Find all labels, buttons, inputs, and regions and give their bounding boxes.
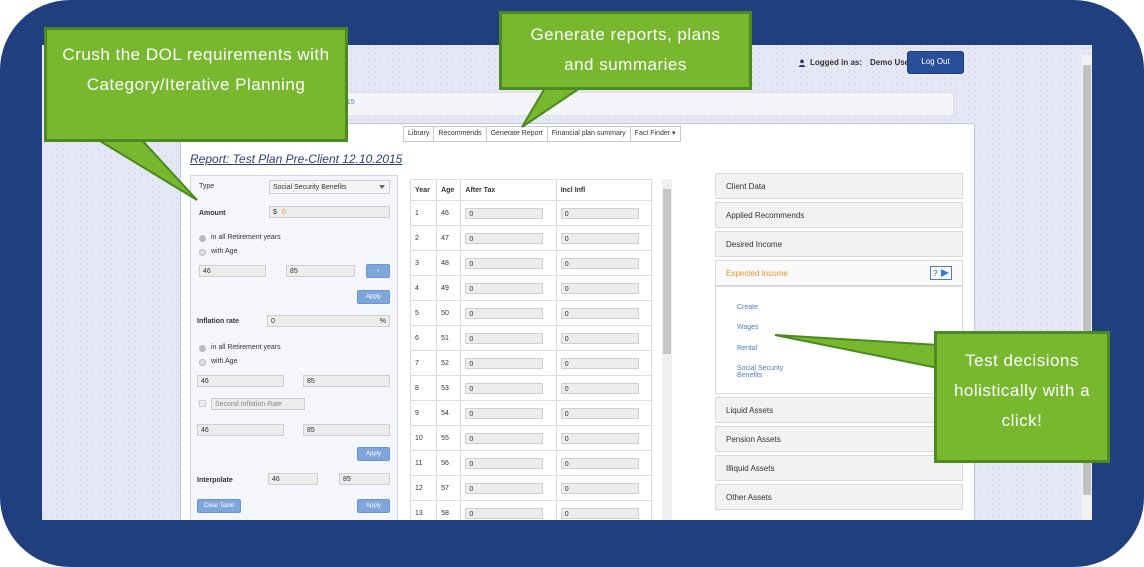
reports-callout-pointer — [521, 87, 584, 128]
test-callout-pointer — [774, 334, 939, 370]
callout-test: Test decisions holistically with a click… — [934, 331, 1110, 463]
callout-reports: Generate reports, plans and summaries — [499, 11, 752, 90]
callout-dol: Crush the DOL requirements with Category… — [44, 27, 348, 142]
dol-callout-pointer — [91, 137, 198, 201]
